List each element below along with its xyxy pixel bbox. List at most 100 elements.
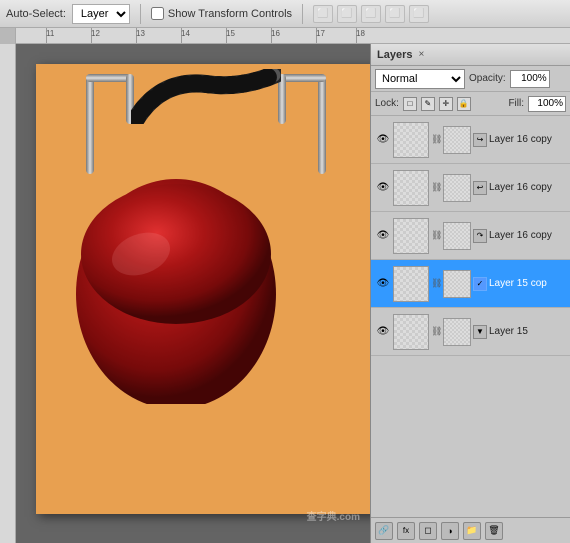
blend-mode-select[interactable]: Normal [375, 69, 465, 89]
layer-mask-2 [443, 222, 471, 250]
adjustment-icon-button[interactable]: ◑ [441, 522, 459, 540]
ruler-tick-12: 12 [91, 28, 92, 43]
ruler-tick-15: 15 [226, 28, 227, 43]
layers-list: 👁 ⛓ ↪ Layer 16 copy 👁 [371, 116, 570, 517]
show-transform-label[interactable]: Show Transform Controls [151, 7, 292, 20]
layers-header: Layers × [371, 44, 570, 66]
layer-thumb-2 [393, 218, 429, 254]
ruler-tick-11: 11 [46, 28, 47, 43]
layer-link-4: ⛓ [431, 326, 441, 337]
layer-mask-1 [443, 174, 471, 202]
lock-position-icon[interactable]: ✛ [439, 97, 453, 111]
layer-row-0[interactable]: 👁 ⛓ ↪ Layer 16 copy [371, 116, 570, 164]
tube-2 [86, 74, 131, 82]
fill-label: Fill: [508, 98, 524, 109]
thumb-checker-1 [394, 171, 428, 205]
layer-thumb-4 [393, 314, 429, 350]
toolbar-sep2 [302, 4, 303, 24]
distribute-vert-button[interactable]: ⬜ [409, 5, 429, 23]
layer-icon-4: ▼ [473, 325, 487, 339]
layer-row-1[interactable]: 👁 ⛓ ↩ Layer 16 copy [371, 164, 570, 212]
thumb-checker-2 [394, 219, 428, 253]
layer-mask-0 [443, 126, 471, 154]
layers-mode-row: Normal Opacity: [371, 66, 570, 92]
mask-checker-0 [444, 127, 470, 153]
distribute-horiz-button[interactable]: ⬜ [385, 5, 405, 23]
layer-name-3: Layer 15 cop [489, 278, 566, 289]
ruler-horizontal: 11 12 13 14 15 16 17 18 [16, 28, 570, 43]
tube-5 [281, 74, 326, 82]
layer-name-4: Layer 15 [489, 326, 566, 337]
ruler-tick-16: 16 [271, 28, 272, 43]
layer-link-3: ⛓ [431, 278, 441, 289]
layers-lock-row: Lock: □ ✎ ✛ 🔒 Fill: [371, 92, 570, 116]
ruler-tick-18: 18 [356, 28, 357, 43]
mask-icon-button[interactable]: ◻ [419, 522, 437, 540]
layer-visibility-4[interactable]: 👁 [375, 324, 391, 340]
layer-link-2: ⛓ [431, 230, 441, 241]
layer-visibility-2[interactable]: 👁 [375, 228, 391, 244]
ruler-tick-17: 17 [316, 28, 317, 43]
layer-visibility-1[interactable]: 👁 [375, 180, 391, 196]
opacity-label: Opacity: [469, 73, 506, 84]
canvas-document [36, 64, 376, 514]
fill-input[interactable] [528, 96, 566, 112]
layer-name-0: Layer 16 copy [489, 134, 566, 145]
ruler-vertical [0, 44, 16, 543]
layer-mask-3 [443, 270, 471, 298]
tube-4 [318, 74, 326, 174]
ruler-tick-13: 13 [136, 28, 137, 43]
thumb-checker-0 [394, 123, 428, 157]
mask-checker-3 [444, 271, 470, 297]
layer-icon-3: ✓ [473, 277, 487, 291]
lock-transparent-icon[interactable]: □ [403, 97, 417, 111]
show-transform-checkbox[interactable] [151, 7, 164, 20]
toolbar-separator [140, 4, 141, 24]
layer-link-1: ⛓ [431, 182, 441, 193]
hose-container [131, 69, 281, 124]
align-center-button[interactable]: ⬜ [337, 5, 357, 23]
lock-label: Lock: [375, 98, 399, 109]
mask-checker-2 [444, 223, 470, 249]
ruler-row: 11 12 13 14 15 16 17 18 [0, 28, 570, 44]
link-icon-button[interactable]: 🔗 [375, 522, 393, 540]
align-right-button[interactable]: ⬜ [361, 5, 381, 23]
lock-all-icon[interactable]: 🔒 [457, 97, 471, 111]
tool-select[interactable]: Layer [72, 4, 130, 24]
thumb-checker-4 [394, 315, 428, 349]
layer-name-1: Layer 16 copy [489, 182, 566, 193]
align-left-button[interactable]: ⬜ [313, 5, 333, 23]
ruler-tick-14: 14 [181, 28, 182, 43]
layer-thumb-0 [393, 122, 429, 158]
mask-checker-1 [444, 175, 470, 201]
layer-name-2: Layer 16 copy [489, 230, 566, 241]
main-area: Layers × Normal Opacity: Lock: □ ✎ ✛ 🔒 F… [0, 44, 570, 543]
layers-panel: Layers × Normal Opacity: Lock: □ ✎ ✛ 🔒 F… [370, 44, 570, 543]
layers-bottom: 🔗 fx ◻ ◑ 📁 🗑 [371, 517, 570, 543]
opacity-input[interactable] [510, 70, 550, 88]
layer-row-2[interactable]: 👁 ⛓ ↷ Layer 16 copy [371, 212, 570, 260]
ruler-corner [0, 28, 16, 44]
folder-icon-button[interactable]: 📁 [463, 522, 481, 540]
heart-shape [61, 154, 291, 404]
layer-row-3[interactable]: 👁 ⛓ ✓ Layer 15 cop [371, 260, 570, 308]
lock-pixels-icon[interactable]: ✎ [421, 97, 435, 111]
layer-icon-0: ↪ [473, 133, 487, 147]
fx-icon-button[interactable]: fx [397, 522, 415, 540]
layer-visibility-3[interactable]: 👁 [375, 276, 391, 292]
layer-visibility-0[interactable]: 👁 [375, 132, 391, 148]
show-transform-text: Show Transform Controls [168, 8, 292, 20]
layers-close-button[interactable]: × [418, 49, 424, 60]
canvas-area: Layers × Normal Opacity: Lock: □ ✎ ✛ 🔒 F… [16, 44, 570, 543]
layers-panel-title: Layers [377, 49, 412, 61]
layer-thumb-3 [393, 266, 429, 302]
trash-icon-button[interactable]: 🗑 [485, 522, 503, 540]
mask-checker-4 [444, 319, 470, 345]
thumb-checker-3 [394, 267, 428, 301]
layer-thumb-1 [393, 170, 429, 206]
layer-mask-4 [443, 318, 471, 346]
toolbar: Auto-Select: Layer Show Transform Contro… [0, 0, 570, 28]
layer-row-4[interactable]: 👁 ⛓ ▼ Layer 15 [371, 308, 570, 356]
tool-label: Auto-Select: [6, 8, 66, 20]
layer-link-0: ⛓ [431, 134, 441, 145]
